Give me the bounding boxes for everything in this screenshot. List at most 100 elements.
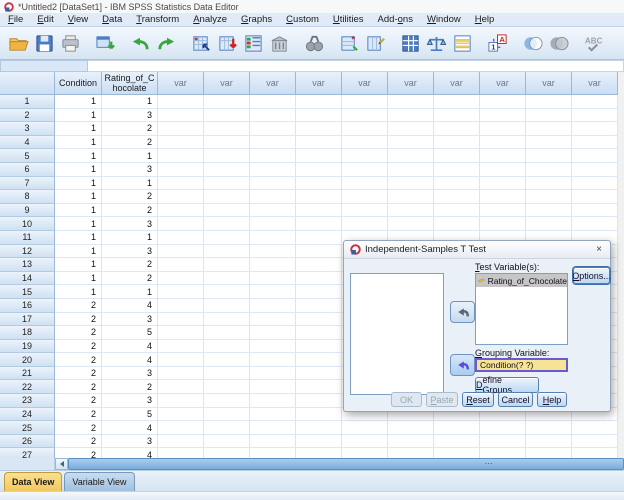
toolbar-button-goto-case[interactable] — [189, 30, 213, 56]
data-cell[interactable] — [480, 149, 526, 163]
data-cell[interactable]: 1 — [55, 258, 102, 272]
data-cell[interactable] — [158, 244, 204, 259]
data-cell[interactable] — [250, 394, 296, 408]
reset-button[interactable]: Reset — [462, 392, 494, 407]
data-cell[interactable] — [204, 312, 250, 327]
data-cell[interactable] — [158, 122, 204, 136]
data-cell[interactable] — [250, 244, 296, 259]
data-cell[interactable] — [296, 108, 342, 123]
data-cell[interactable] — [526, 434, 572, 449]
data-cell[interactable] — [158, 95, 204, 109]
menu-item-help[interactable]: Help — [468, 13, 502, 26]
data-cell[interactable] — [526, 421, 572, 435]
column-header-var[interactable]: var — [388, 72, 434, 95]
data-cell[interactable] — [296, 298, 342, 313]
row-header[interactable]: 5 — [0, 149, 55, 163]
data-cell[interactable] — [526, 162, 572, 177]
column-header-condition[interactable]: Condition — [55, 72, 102, 95]
data-cell[interactable]: 2 — [55, 421, 102, 435]
data-cell[interactable]: 1 — [55, 122, 102, 136]
grouping-variable-field[interactable]: Condition(? ?) — [475, 358, 568, 372]
data-cell[interactable] — [434, 135, 480, 150]
data-cell[interactable] — [296, 95, 342, 109]
data-cell[interactable] — [296, 353, 342, 367]
data-cell[interactable] — [158, 339, 204, 354]
data-cell[interactable] — [572, 203, 618, 218]
data-cell[interactable] — [434, 217, 480, 231]
data-cell[interactable] — [158, 298, 204, 313]
row-header[interactable]: 7 — [0, 176, 55, 191]
toolbar-button-use-variable-sets[interactable] — [520, 30, 544, 56]
data-cell[interactable] — [158, 135, 204, 150]
menu-item-analyze[interactable]: Analyze — [186, 13, 234, 26]
data-cell[interactable] — [158, 149, 204, 163]
menu-item-edit[interactable]: Edit — [30, 13, 60, 26]
data-cell[interactable] — [296, 176, 342, 191]
data-cell[interactable]: 2 — [102, 135, 158, 150]
data-cell[interactable] — [526, 108, 572, 123]
data-cell[interactable] — [158, 434, 204, 449]
data-cell[interactable]: 1 — [55, 108, 102, 123]
move-test-variable-button[interactable] — [450, 301, 475, 323]
data-cell[interactable] — [480, 176, 526, 191]
data-cell[interactable] — [296, 230, 342, 245]
data-cell[interactable] — [204, 326, 250, 340]
toolbar-button-goto-variable[interactable] — [215, 30, 239, 56]
row-header[interactable]: 26 — [0, 434, 55, 449]
data-cell[interactable] — [296, 258, 342, 272]
cell-edit-bar[interactable] — [88, 60, 624, 72]
data-cell[interactable] — [204, 122, 250, 136]
data-cell[interactable]: 1 — [102, 285, 158, 299]
data-cell[interactable] — [434, 434, 480, 449]
toolbar-button-variables-window[interactable] — [267, 30, 291, 56]
tab-data-view[interactable]: Data View — [4, 472, 63, 491]
data-cell[interactable]: 1 — [102, 230, 158, 245]
data-cell[interactable] — [158, 380, 204, 395]
row-header[interactable]: 10 — [0, 217, 55, 231]
data-cell[interactable] — [296, 135, 342, 150]
data-cell[interactable] — [250, 285, 296, 299]
data-cell[interactable] — [526, 176, 572, 191]
data-cell[interactable] — [388, 448, 434, 458]
data-cell[interactable] — [480, 203, 526, 218]
data-cell[interactable] — [480, 434, 526, 449]
data-cell[interactable] — [434, 108, 480, 123]
data-cell[interactable] — [480, 448, 526, 458]
data-cell[interactable] — [526, 190, 572, 204]
data-cell[interactable]: 1 — [55, 203, 102, 218]
data-cell[interactable] — [572, 162, 618, 177]
data-cell[interactable] — [204, 339, 250, 354]
data-cell[interactable]: 2 — [55, 312, 102, 327]
data-cell[interactable] — [434, 203, 480, 218]
column-header-var[interactable]: var — [434, 72, 480, 95]
row-header[interactable]: 1 — [0, 95, 55, 109]
data-cell[interactable]: 1 — [55, 176, 102, 191]
data-cell[interactable] — [434, 162, 480, 177]
data-cell[interactable] — [434, 149, 480, 163]
data-cell[interactable] — [204, 448, 250, 458]
toolbar-button-open-data[interactable] — [6, 30, 30, 56]
data-cell[interactable]: 4 — [102, 339, 158, 354]
data-cell[interactable] — [296, 203, 342, 218]
data-cell[interactable] — [388, 135, 434, 150]
data-cell[interactable] — [572, 434, 618, 449]
data-cell[interactable] — [204, 162, 250, 177]
cell-reference-box[interactable] — [0, 60, 88, 72]
data-cell[interactable] — [434, 190, 480, 204]
row-header[interactable]: 6 — [0, 162, 55, 177]
data-cell[interactable] — [296, 407, 342, 422]
data-cell[interactable] — [342, 122, 388, 136]
row-header[interactable]: 27 — [0, 448, 55, 458]
data-cell[interactable] — [158, 312, 204, 327]
row-header[interactable]: 25 — [0, 421, 55, 435]
data-cell[interactable] — [204, 149, 250, 163]
data-cell[interactable]: 5 — [102, 326, 158, 340]
data-cell[interactable]: 5 — [102, 407, 158, 422]
data-cell[interactable] — [158, 407, 204, 422]
data-cell[interactable] — [158, 366, 204, 381]
tab-variable-view[interactable]: Variable View — [64, 472, 135, 491]
data-cell[interactable] — [480, 122, 526, 136]
toolbar-button-find[interactable] — [302, 30, 326, 56]
row-header[interactable]: 14 — [0, 271, 55, 286]
data-cell[interactable] — [204, 135, 250, 150]
